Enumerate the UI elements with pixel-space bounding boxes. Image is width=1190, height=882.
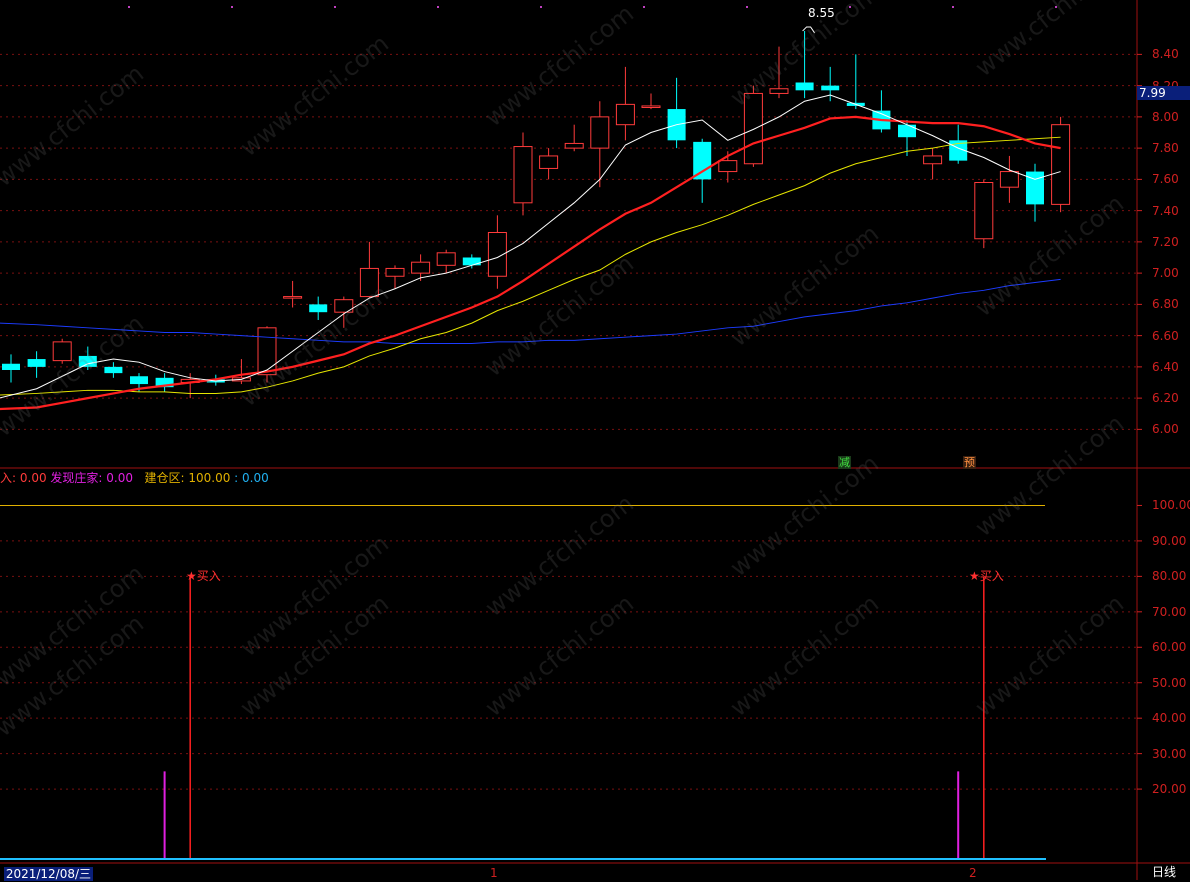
candle-up (1051, 124, 1071, 205)
reduce-flag: 减 (838, 456, 851, 469)
candle-up (539, 155, 559, 169)
candle-up (436, 252, 456, 266)
candle-down (27, 359, 46, 367)
indicator-tick-label: 40.00 (1152, 711, 1187, 726)
top-marker-dot (540, 6, 542, 8)
price-tick-label: 6.20 (1152, 391, 1179, 406)
legend-item-1-value: 0.00 (19, 471, 47, 485)
indicator-tick-label: 80.00 (1152, 569, 1187, 584)
date-label: 2021/12/08/三 (3, 867, 94, 881)
candle-down (309, 304, 328, 313)
candle-down (898, 124, 916, 138)
indicator-tick-label: 20.00 (1152, 782, 1187, 797)
legend-item-2-value: 0.00 (106, 471, 134, 485)
price-tick-label: 8.00 (1152, 109, 1179, 124)
candle-down (104, 366, 123, 374)
candle-up (385, 267, 405, 277)
legend-item-1-label: 入: (0, 471, 17, 485)
candle-up (641, 105, 661, 108)
candle-up (564, 142, 584, 149)
indicator-tick-label: 100.00 (1152, 498, 1190, 513)
top-marker-dot (437, 6, 439, 8)
price-tick-label: 6.40 (1152, 359, 1179, 374)
top-marker-dot (128, 6, 130, 8)
high-price-label: 8.55 (808, 6, 835, 20)
candle-up (283, 296, 303, 299)
buy-signal-label-2: ★买入 (969, 569, 1004, 583)
price-tick-label: 6.60 (1152, 328, 1179, 343)
candle-up (513, 146, 533, 204)
candle-down (821, 85, 840, 91)
buy-signal-label-1: ★买入 (186, 569, 221, 583)
price-tick-label: 7.40 (1152, 203, 1179, 218)
candle-down (462, 257, 481, 266)
price-tick-label: 7.80 (1152, 141, 1179, 156)
candle-up (769, 88, 789, 94)
candle-up (52, 341, 72, 362)
candle-up (590, 116, 610, 149)
candle-down (1026, 171, 1044, 205)
indicator-legend: 入: 0.00 发现庄家: 0.00 建仓区: 100.00 : 0.00 (0, 471, 269, 485)
date-cursor: 2021/12/08/三 (0, 865, 94, 881)
top-marker-dot (746, 6, 748, 8)
candle-down (78, 355, 97, 367)
candle-up (359, 267, 379, 298)
legend-item-3-label: 建仓区: (144, 471, 185, 485)
legend-item-4-sep: : (234, 471, 239, 485)
candle-up (974, 182, 994, 240)
ma5-line (0, 94, 1061, 399)
legend-item-3-value: 100.00 (188, 471, 231, 485)
candle-up (718, 160, 738, 173)
price-tick-label: 7.00 (1152, 266, 1179, 281)
candle-down (693, 141, 712, 180)
month-marker-1: 1 (490, 866, 498, 880)
top-marker-dot (334, 6, 336, 8)
candle-up (923, 155, 943, 165)
candle-up (615, 103, 635, 126)
top-marker-dot (849, 6, 851, 8)
candle-up (411, 261, 431, 274)
current-price-tag: 7.99 (1137, 86, 1190, 100)
price-tick-label: 8.40 (1152, 47, 1179, 62)
indicator-tick-label: 60.00 (1152, 640, 1187, 655)
month-marker-2: 2 (969, 866, 977, 880)
pre-flag: 预 (963, 456, 976, 469)
price-tick-label: 7.20 (1152, 234, 1179, 249)
indicator-tick-label: 50.00 (1152, 675, 1187, 690)
price-tick-label: 6.80 (1152, 297, 1179, 312)
period-selector[interactable]: 日线 (1138, 865, 1190, 880)
candle-up (743, 92, 763, 165)
price-tick-label: 6.00 (1152, 422, 1179, 437)
candle-down (795, 82, 814, 91)
top-marker-dot (231, 6, 233, 8)
candle-down (2, 363, 20, 370)
top-marker-dot (643, 6, 645, 8)
candle-up (999, 171, 1019, 188)
top-marker-dot (1055, 6, 1057, 8)
indicator-tick-label: 90.00 (1152, 533, 1187, 548)
ma60-line (0, 278, 1061, 344)
legend-item-2-label: 发现庄家: (50, 471, 103, 485)
candle-down (130, 376, 148, 385)
indicator-tick-label: 30.00 (1152, 746, 1187, 761)
stock-chart[interactable] (0, 0, 1190, 880)
price-tick-label: 7.60 (1152, 172, 1179, 187)
candle-up (257, 327, 277, 376)
top-marker-dot (952, 6, 954, 8)
indicator-tick-label: 70.00 (1152, 604, 1187, 619)
legend-item-4-value: 0.00 (242, 471, 269, 485)
